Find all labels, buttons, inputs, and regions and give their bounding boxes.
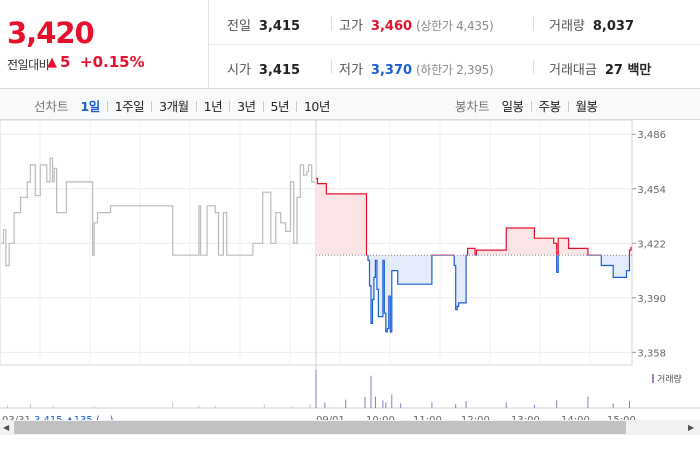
stat-value: 3,415 [258, 19, 301, 34]
stats-divider [533, 16, 534, 30]
stat-label: 거래대금 [549, 63, 597, 78]
candle-tab-list: 일봉 주봉 월봉 [502, 96, 599, 115]
scroll-right-arrow-icon[interactable]: ▶ [688, 423, 694, 432]
stats-row-divider [209, 44, 700, 45]
chart-period-tabbar: 선차트 1일 1주일 3개월 1년 3년 5년 10년 봉차트 일봉 주봉 월봉 [0, 89, 700, 120]
stat-value: 3,415 [258, 63, 301, 78]
y-tick-label: 3,486 [637, 130, 666, 141]
current-price-box: 3,420 전일대비 ▲ 5 +0.15% [0, 0, 209, 88]
stat-open: 시가 3,415 [227, 59, 300, 78]
stat-value: 27 백만 [604, 63, 652, 78]
stat-label: 시가 [227, 63, 251, 78]
price-chart: 3,4863,4543,4223,3903,358거래량03/313,415▲1… [0, 119, 700, 450]
chart-scrollbar-thumb[interactable] [14, 421, 626, 434]
volume-legend-label: 거래량 [657, 373, 682, 385]
tab-line-period-5[interactable]: 5년 [271, 96, 290, 115]
tab-separator [262, 101, 264, 112]
line-chart-tabs: 선차트 1일 1주일 3개월 1년 3년 5년 10년 [34, 96, 330, 115]
tab-line-period-3[interactable]: 1년 [204, 96, 223, 115]
y-tick-label: 3,390 [637, 294, 666, 305]
line-tab-list: 1일 1주일 3개월 1년 3년 5년 10년 [81, 96, 331, 115]
tab-separator [106, 101, 108, 112]
stock-chart-widget: 3,420 전일대비 ▲ 5 +0.15% 전일 3,415 고가 3,460 (상한… [0, 0, 700, 450]
lower-limit-text: (하한가 2,395) [416, 63, 494, 77]
y-tick-label: 3,358 [637, 348, 666, 359]
stats-divider [331, 60, 332, 74]
up-triangle-icon: ▲ [47, 55, 57, 70]
tab-candle-period-0[interactable]: 일봉 [502, 96, 525, 115]
stat-label: 고가 [339, 19, 363, 34]
stat-value: 3,370 [370, 63, 413, 78]
stat-label: 거래량 [549, 19, 585, 34]
tab-separator [295, 101, 297, 112]
stat-volume: 거래량 8,037 [549, 15, 634, 34]
stat-label: 저가 [339, 63, 363, 78]
tab-separator [530, 101, 532, 112]
quote-header: 3,420 전일대비 ▲ 5 +0.15% 전일 3,415 고가 3,460 (상한… [0, 0, 700, 89]
upper-limit-text: (상한가 4,435) [416, 19, 494, 33]
tab-separator [229, 101, 231, 112]
change-amount: 5 [60, 53, 71, 71]
tab-line-period-4[interactable]: 3년 [237, 96, 256, 115]
candle-chart-tabs: 봉차트 일봉 주봉 월봉 [455, 96, 598, 115]
candle-chart-label: 봉차트 [455, 99, 490, 114]
y-tick-label: 3,422 [637, 239, 666, 250]
stats-divider [533, 60, 534, 74]
stat-prev-close: 전일 3,415 [227, 15, 300, 34]
stat-label: 전일 [227, 19, 251, 34]
change-percent: +0.15% [80, 53, 145, 71]
stat-high: 고가 3,460 (상한가 4,435) [339, 15, 494, 34]
line-chart-label: 선차트 [34, 99, 69, 114]
tab-separator [151, 101, 153, 112]
tab-candle-period-1[interactable]: 주봉 [539, 96, 562, 115]
tab-line-period-2[interactable]: 3개월 [159, 96, 189, 115]
tab-line-period-6[interactable]: 10년 [304, 96, 330, 115]
y-tick-label: 3,454 [637, 185, 666, 196]
tab-line-period-1[interactable]: 1주일 [115, 96, 145, 115]
stat-trade-value: 거래대금 27 백만 [549, 59, 651, 78]
tab-separator [195, 101, 197, 112]
stat-value: 8,037 [592, 19, 635, 34]
stat-value: 3,460 [370, 19, 413, 34]
volume-legend-swatch [652, 374, 654, 383]
stat-low: 저가 3,370 (하한가 2,395) [339, 59, 494, 78]
current-price: 3,420 [7, 16, 95, 50]
tab-separator [567, 101, 569, 112]
change-label: 전일대비 [7, 58, 50, 72]
tab-candle-period-2[interactable]: 월봉 [576, 96, 599, 115]
scroll-left-arrow-icon[interactable]: ◀ [3, 423, 9, 432]
stats-divider [331, 16, 332, 30]
tab-line-period-0[interactable]: 1일 [81, 96, 101, 115]
price-chart-svg: 3,4863,4543,4223,3903,358거래량03/313,415▲1… [0, 119, 700, 426]
